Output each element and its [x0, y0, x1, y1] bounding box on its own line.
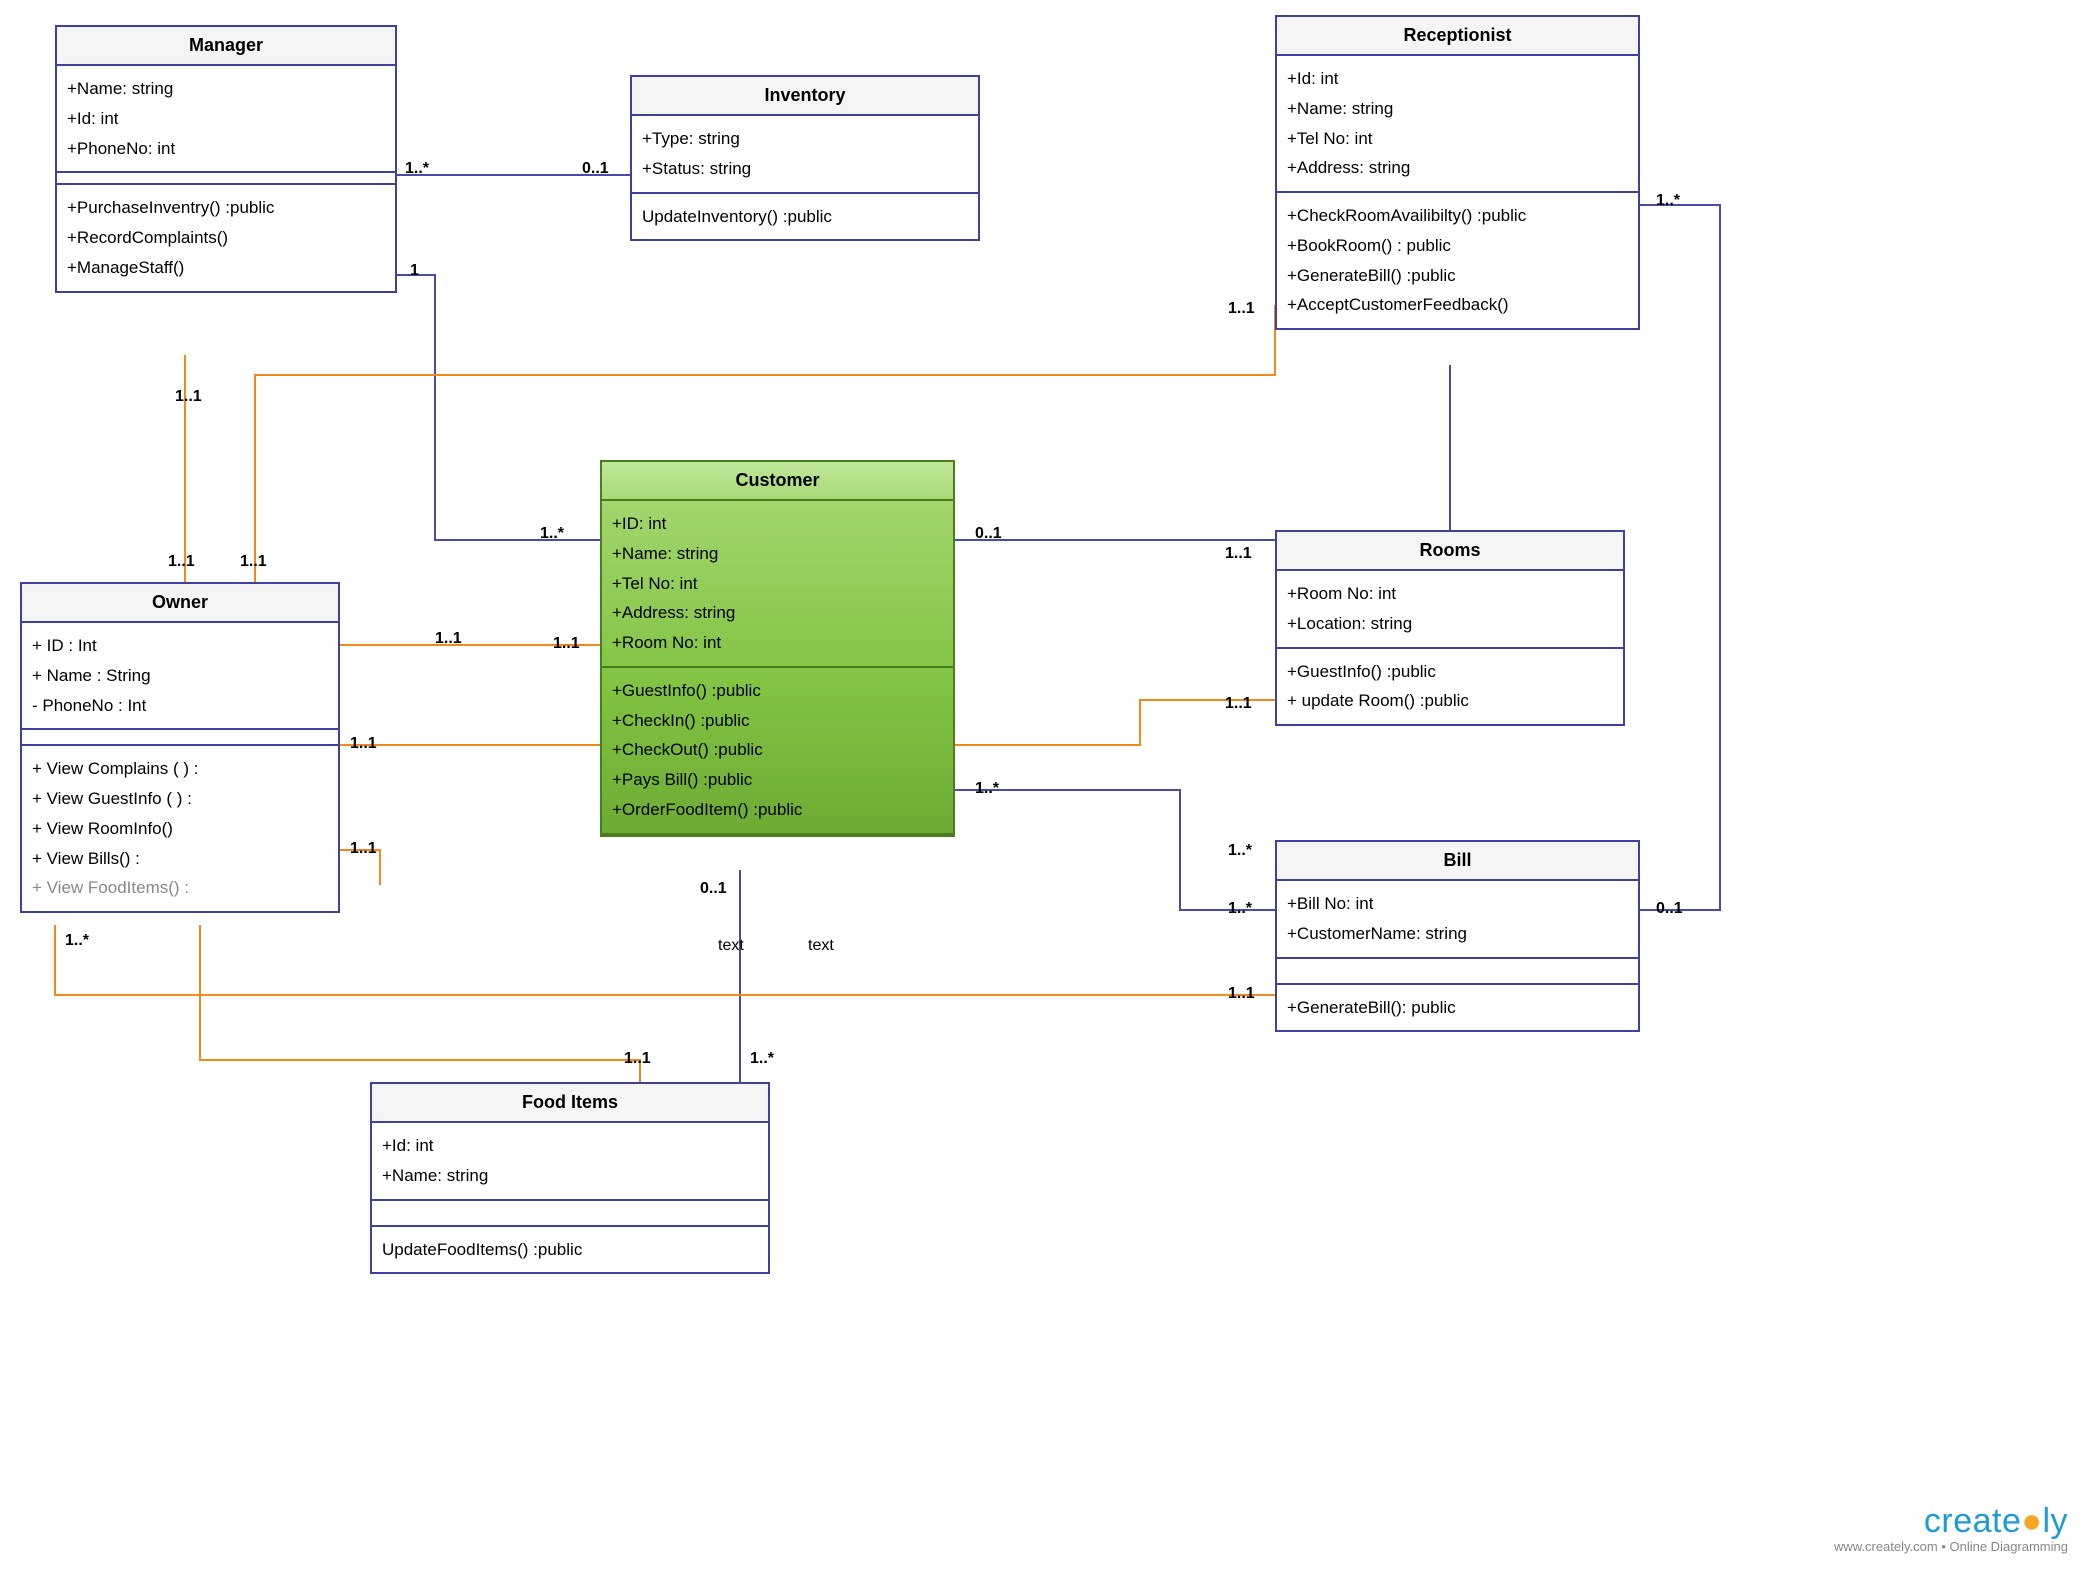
- multiplicity-label: 0..1: [975, 525, 1002, 543]
- class-customer[interactable]: Customer +ID: int +Name: string +Tel No:…: [600, 460, 955, 837]
- multiplicity-label: 1: [410, 262, 419, 280]
- multiplicity-label: 1..*: [1656, 192, 1680, 210]
- class-owner[interactable]: Owner + ID : Int + Name : String - Phone…: [20, 582, 340, 913]
- class-attributes: +Bill No: int +CustomerName: string: [1277, 881, 1638, 959]
- multiplicity-label: 1..*: [540, 525, 564, 543]
- multiplicity-label: 1..1: [240, 553, 267, 571]
- creately-tagline: www.creately.com • Online Diagramming: [1834, 1539, 2068, 1554]
- class-title: Owner: [22, 584, 338, 623]
- class-operations: + View Complains ( ) : + View GuestInfo …: [22, 744, 338, 911]
- class-attributes: + ID : Int + Name : String - PhoneNo : I…: [22, 623, 338, 730]
- class-title: Receptionist: [1277, 17, 1638, 56]
- multiplicity-label: 1..1: [168, 553, 195, 571]
- class-operations: +CheckRoomAvailibilty() :public +BookRoo…: [1277, 193, 1638, 328]
- multiplicity-label: 1..1: [1225, 695, 1252, 713]
- class-attributes: +ID: int +Name: string +Tel No: int +Add…: [602, 501, 953, 668]
- edge-label: text: [718, 937, 744, 955]
- class-attributes: +Room No: int +Location: string: [1277, 571, 1623, 649]
- creately-footer: create●ly www.creately.com • Online Diag…: [1834, 1502, 2068, 1554]
- class-title: Bill: [1277, 842, 1638, 881]
- multiplicity-label: 1..1: [553, 635, 580, 653]
- class-receptionist[interactable]: Receptionist +Id: int +Name: string +Tel…: [1275, 15, 1640, 330]
- multiplicity-label: 1..*: [750, 1050, 774, 1068]
- class-bill[interactable]: Bill +Bill No: int +CustomerName: string…: [1275, 840, 1640, 1032]
- multiplicity-label: 1..1: [1228, 985, 1255, 1003]
- multiplicity-label: 1..1: [175, 388, 202, 406]
- class-attributes: +Type: string +Status: string: [632, 116, 978, 194]
- class-operations: +GuestInfo() :public +CheckIn() :public …: [602, 668, 953, 835]
- multiplicity-label: 1..*: [65, 932, 89, 950]
- multiplicity-label: 1..1: [1225, 545, 1252, 563]
- diagram-canvas: Manager +Name: string +Id: int +PhoneNo:…: [0, 0, 2098, 1572]
- multiplicity-label: 0..1: [700, 880, 727, 898]
- class-title: Manager: [57, 27, 395, 66]
- class-title: Rooms: [1277, 532, 1623, 571]
- multiplicity-label: 1..1: [350, 840, 377, 858]
- class-operations: UpdateFoodItems() :public: [372, 1225, 768, 1273]
- class-operations: +GenerateBill(): public: [1277, 983, 1638, 1031]
- multiplicity-label: 1..1: [624, 1050, 651, 1068]
- class-operations: +GuestInfo() :public + update Room() :pu…: [1277, 649, 1623, 725]
- class-title: Inventory: [632, 77, 978, 116]
- edge-label: text: [808, 937, 834, 955]
- class-title: Food Items: [372, 1084, 768, 1123]
- class-rooms[interactable]: Rooms +Room No: int +Location: string +G…: [1275, 530, 1625, 726]
- class-operations: UpdateInventory() :public: [632, 194, 978, 240]
- multiplicity-label: 0..1: [1656, 900, 1683, 918]
- multiplicity-label: 0..1: [582, 160, 609, 178]
- multiplicity-label: 1..1: [1228, 300, 1255, 318]
- multiplicity-label: 1..*: [1228, 900, 1252, 918]
- multiplicity-label: 1..*: [975, 780, 999, 798]
- class-title: Customer: [602, 462, 953, 501]
- multiplicity-label: 1..1: [435, 630, 462, 648]
- class-operations: +PurchaseInventry() :public +RecordCompl…: [57, 183, 395, 290]
- class-food-items[interactable]: Food Items +Id: int +Name: string Update…: [370, 1082, 770, 1274]
- multiplicity-label: 1..1: [350, 735, 377, 753]
- creately-logo: create●ly: [1834, 1502, 2068, 1541]
- class-attributes: +Id: int +Name: string: [372, 1123, 768, 1201]
- class-attributes: +Name: string +Id: int +PhoneNo: int: [57, 66, 395, 173]
- multiplicity-label: 1..*: [405, 160, 429, 178]
- multiplicity-label: 1..*: [1228, 842, 1252, 860]
- class-attributes: +Id: int +Name: string +Tel No: int +Add…: [1277, 56, 1638, 193]
- class-manager[interactable]: Manager +Name: string +Id: int +PhoneNo:…: [55, 25, 397, 293]
- class-inventory[interactable]: Inventory +Type: string +Status: string …: [630, 75, 980, 241]
